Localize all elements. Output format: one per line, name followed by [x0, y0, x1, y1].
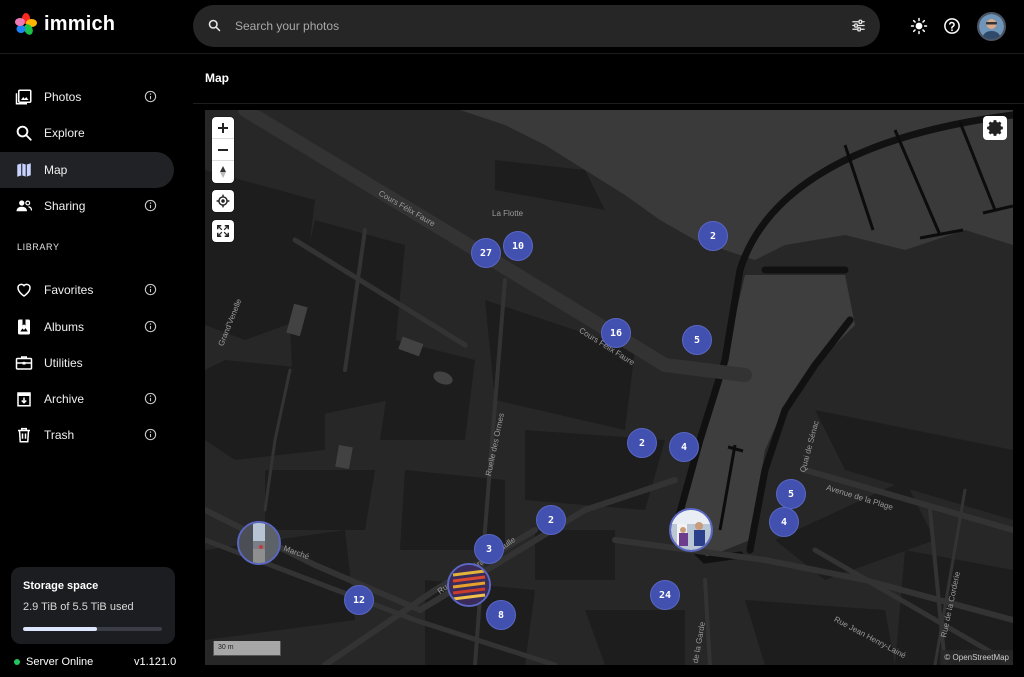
- storage-title: Storage space: [23, 580, 99, 592]
- sidebar-item-label: Albums: [44, 320, 85, 334]
- storage-bar-fill: [23, 627, 97, 631]
- app-name: immich: [44, 12, 116, 35]
- fullscreen-button[interactable]: [212, 220, 234, 242]
- photos-icon: [15, 89, 32, 105]
- server-status-text: Server Online: [26, 656, 94, 668]
- divider: [193, 103, 1024, 104]
- sidebar: Photos Explore Map Sharing LIBRARY Favor…: [0, 55, 190, 677]
- map-view[interactable]: La Flotte Cours Félix Faure Cours Félix …: [205, 110, 1013, 665]
- zoom-out-button[interactable]: [212, 139, 234, 161]
- info-icon[interactable]: [144, 90, 157, 103]
- fullscreen-control: [212, 220, 234, 242]
- gear-icon: [987, 120, 1003, 136]
- photo-marker[interactable]: [669, 508, 713, 552]
- map-label-town: La Flotte: [492, 209, 524, 218]
- search-bar[interactable]: [193, 5, 880, 47]
- theme-toggle-icon[interactable]: [910, 17, 928, 35]
- sidebar-item-label: Archive: [44, 392, 85, 406]
- trash-icon: [18, 427, 30, 443]
- sidebar-item-label: Sharing: [44, 199, 86, 213]
- sidebar-item-label: Utilities: [44, 356, 83, 370]
- library-section-label: LIBRARY: [17, 242, 60, 252]
- toolbox-icon: [15, 356, 33, 370]
- sidebar-item-label: Explore: [44, 126, 85, 140]
- photo-cluster[interactable]: 10: [503, 231, 533, 261]
- user-avatar[interactable]: [977, 12, 1006, 41]
- status-dot-icon: [14, 659, 20, 665]
- sidebar-item-map[interactable]: Map: [0, 152, 174, 188]
- app-logo[interactable]: immich: [14, 12, 115, 36]
- archive-icon: [17, 392, 31, 407]
- photo-thumbnail-icon: [239, 523, 279, 563]
- photo-cluster[interactable]: 24: [650, 580, 680, 610]
- sidebar-item-sharing[interactable]: Sharing: [0, 188, 174, 224]
- sharing-icon: [16, 200, 33, 212]
- sidebar-item-favorites[interactable]: Favorites: [0, 272, 174, 308]
- photo-cluster[interactable]: 4: [769, 507, 799, 537]
- sidebar-item-albums[interactable]: Albums: [0, 309, 174, 345]
- sidebar-item-photos[interactable]: Photos: [0, 79, 174, 115]
- map-scale: 30 m: [213, 641, 281, 656]
- sidebar-item-utilities[interactable]: Utilities: [0, 345, 174, 381]
- search-icon: [16, 125, 32, 141]
- sidebar-item-label: Map: [44, 163, 68, 177]
- page-title: Map: [205, 71, 229, 85]
- info-icon[interactable]: [144, 199, 157, 212]
- photo-thumbnail-icon: [671, 510, 711, 550]
- zoom-controls: [212, 117, 234, 183]
- photo-marker[interactable]: [237, 521, 281, 565]
- map-icon: [17, 163, 31, 177]
- storage-used: 2.9 TiB of 5.5 TiB used: [23, 601, 134, 613]
- sidebar-item-explore[interactable]: Explore: [0, 115, 174, 151]
- photo-cluster[interactable]: 27: [471, 238, 501, 268]
- server-version[interactable]: v1.121.0: [134, 656, 176, 668]
- search-input[interactable]: [235, 5, 815, 47]
- info-icon[interactable]: [144, 392, 157, 405]
- photo-thumbnail-icon: [449, 565, 489, 605]
- map-tiles: [205, 110, 1013, 665]
- info-icon[interactable]: [144, 428, 157, 441]
- info-icon[interactable]: [144, 320, 157, 333]
- sidebar-item-archive[interactable]: Archive: [0, 381, 174, 417]
- geolocate-control: [212, 190, 234, 212]
- photo-cluster[interactable]: 8: [486, 600, 516, 630]
- geolocate-button[interactable]: [212, 190, 234, 212]
- heart-icon: [17, 283, 31, 297]
- photo-marker[interactable]: [447, 563, 491, 607]
- user-avatar-icon: [979, 14, 1004, 39]
- info-icon[interactable]: [144, 283, 157, 296]
- photo-cluster[interactable]: 5: [776, 479, 806, 509]
- album-icon: [18, 319, 30, 335]
- sidebar-item-trash[interactable]: Trash: [0, 417, 174, 453]
- immich-logo-icon: [15, 13, 37, 35]
- photo-cluster[interactable]: 2: [627, 428, 657, 458]
- sidebar-item-label: Trash: [44, 428, 75, 442]
- compass-icon: [220, 166, 226, 178]
- photo-cluster[interactable]: 2: [536, 505, 566, 535]
- plus-icon: [218, 122, 228, 133]
- server-status: Server Online: [14, 656, 93, 668]
- photo-cluster[interactable]: 3: [474, 534, 504, 564]
- map-settings-button[interactable]: [983, 116, 1007, 140]
- zoom-in-button[interactable]: [212, 117, 234, 139]
- locate-icon: [216, 194, 230, 208]
- help-icon[interactable]: [943, 17, 961, 35]
- sidebar-item-label: Photos: [44, 90, 82, 104]
- search-icon: [208, 19, 221, 32]
- map-attribution[interactable]: © OpenStreetMap: [940, 650, 1013, 665]
- top-bar: immich: [0, 0, 1024, 54]
- search-filter-icon[interactable]: [851, 18, 866, 33]
- compass-button[interactable]: [212, 161, 234, 183]
- sidebar-item-label: Favorites: [44, 283, 94, 297]
- minus-icon: [218, 148, 228, 151]
- storage-card: Storage space 2.9 TiB of 5.5 TiB used: [11, 567, 175, 644]
- storage-bar: [23, 627, 162, 631]
- fullscreen-icon: [217, 225, 229, 237]
- photo-cluster[interactable]: 4: [669, 432, 699, 462]
- photo-cluster[interactable]: 5: [682, 325, 712, 355]
- photo-cluster[interactable]: 16: [601, 318, 631, 348]
- photo-cluster[interactable]: 2: [698, 221, 728, 251]
- photo-cluster[interactable]: 12: [344, 585, 374, 615]
